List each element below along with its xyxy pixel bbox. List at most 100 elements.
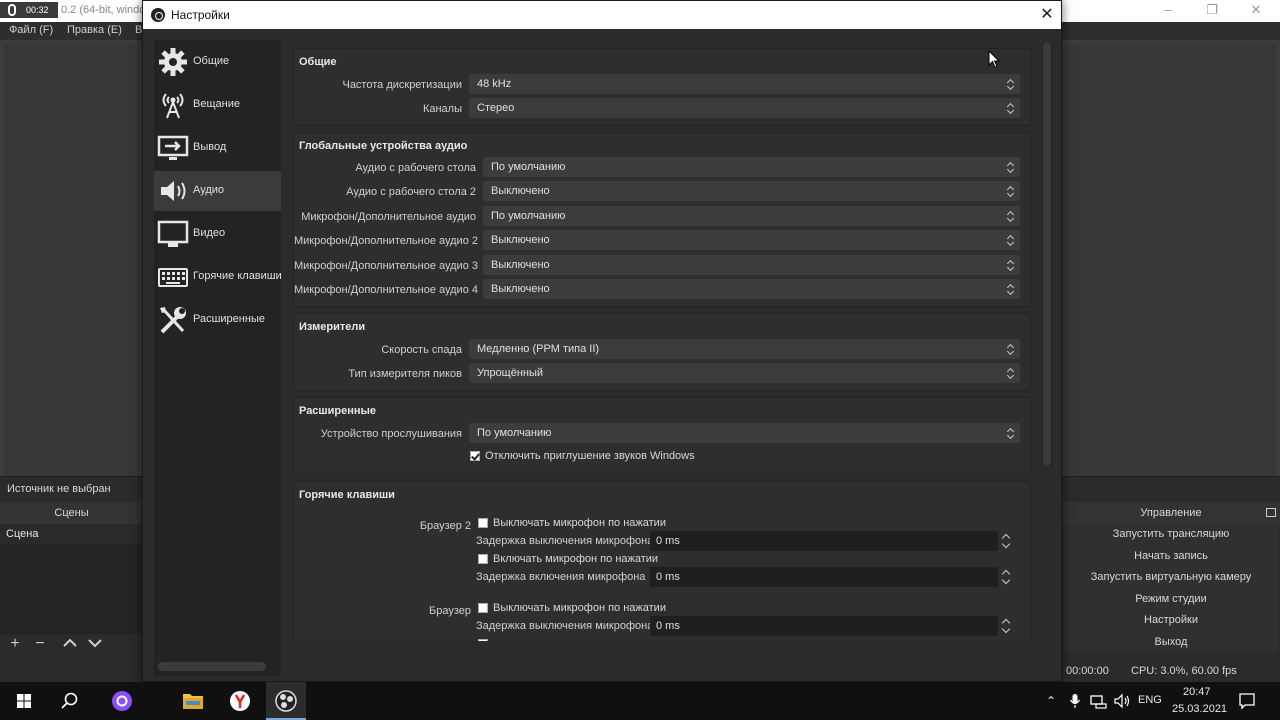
- group-advanced: Расширенные Устройство прослушивания По …: [293, 397, 1031, 474]
- mute-delay-label: Задержка выключения микрофона: [476, 535, 654, 547]
- exit-button[interactable]: Выход: [1064, 631, 1278, 654]
- disable-ducking-checkbox[interactable]: [470, 451, 480, 461]
- sidebar-item-advanced[interactable]: Расширенные: [154, 300, 281, 340]
- spin-arrows-icon[interactable]: [999, 616, 1013, 636]
- settings-button[interactable]: Настройки: [1064, 610, 1278, 632]
- start-button[interactable]: [4, 682, 44, 720]
- minimize-button[interactable]: –: [1146, 0, 1190, 22]
- close-window-button[interactable]: ✕: [1234, 0, 1278, 22]
- language-indicator[interactable]: ENG: [1138, 694, 1162, 706]
- menu-file[interactable]: Файл (F): [9, 24, 53, 36]
- browser-ptt-checkbox[interactable]: [478, 639, 488, 641]
- select-value: По умолчанию: [477, 427, 552, 439]
- microphone-icon[interactable]: [1069, 693, 1081, 709]
- browser-label: Браузер: [429, 605, 471, 617]
- sample-rate-select[interactable]: 48 kHz: [469, 74, 1020, 94]
- select-value: По умолчанию: [491, 161, 566, 173]
- select-value: Выключено: [491, 234, 550, 246]
- remove-scene-button[interactable]: −: [29, 632, 51, 656]
- output-icon: [157, 135, 189, 160]
- mic-aux-2-label: Микрофон/Дополнительное аудио 2: [294, 235, 478, 247]
- mute-delay-label: Задержка выключения микрофона: [476, 620, 654, 632]
- select-value: Стерео: [477, 102, 515, 114]
- obs-logo-icon: [151, 8, 165, 22]
- clock-date[interactable]: 25.03.2021: [1172, 703, 1227, 715]
- sidebar-item-hotkeys[interactable]: Горячие клавиши: [154, 257, 282, 297]
- undock-icon[interactable]: [1266, 508, 1276, 517]
- sidebar-item-video[interactable]: Видео: [154, 214, 281, 254]
- select-value: Выключено: [491, 185, 550, 197]
- file-explorer-button[interactable]: [173, 682, 213, 720]
- tray-expand-icon[interactable]: ⌃: [1046, 694, 1056, 708]
- move-up-button[interactable]: [59, 632, 81, 656]
- scene-list-item[interactable]: Сцена: [0, 524, 143, 544]
- notifications-icon[interactable]: [1238, 692, 1256, 710]
- obs-window-title: 0.2 (64-bit, windo: [61, 4, 146, 16]
- scenes-header: Сцены: [0, 502, 143, 524]
- spin-arrows-icon[interactable]: [999, 567, 1013, 587]
- channels-select[interactable]: Стерео: [469, 98, 1020, 118]
- keyboard-icon: [158, 268, 188, 287]
- recording-time: 00:32: [26, 5, 49, 15]
- sidebar-horizontal-scrollbar[interactable]: [158, 662, 266, 671]
- close-icon[interactable]: ✕: [1035, 5, 1059, 25]
- yandex-browser-button[interactable]: [220, 682, 260, 720]
- obs-taskbar-button[interactable]: [266, 682, 306, 720]
- search-button[interactable]: [50, 682, 90, 720]
- browser-mute-delay-input[interactable]: 0 ms: [650, 616, 998, 636]
- settings-dialog: Настройки ✕ Общие Вещание Вывод Аудио Ви…: [142, 0, 1062, 682]
- spinbox-value: 0 ms: [656, 620, 680, 632]
- start-recording-button[interactable]: Начать запись: [1064, 545, 1278, 568]
- spinbox-value: 0 ms: [656, 535, 680, 547]
- mic-aux-3-label: Микрофон/Дополнительное аудио 3: [294, 260, 478, 272]
- sidebar-item-general[interactable]: Общие: [154, 42, 281, 82]
- start-virtual-camera-button[interactable]: Запустить виртуальную камеру: [1064, 567, 1278, 589]
- browser-2-mute-delay-input[interactable]: 0 ms: [650, 531, 998, 551]
- move-down-button[interactable]: [84, 632, 106, 656]
- add-scene-button[interactable]: +: [4, 632, 26, 656]
- group-meters: Измерители Скорость спада Медленно (PPM …: [293, 313, 1031, 391]
- windows-logo-icon: [17, 694, 31, 708]
- maximize-button[interactable]: ❐: [1190, 0, 1234, 22]
- controls-dock: Управление Запустить трансляцию Начать з…: [1062, 502, 1280, 660]
- clock-time[interactable]: 20:47: [1183, 686, 1211, 698]
- sidebar-item-label: Видео: [193, 227, 226, 239]
- spinbox-value: 0 ms: [656, 571, 680, 583]
- tools-icon: [160, 307, 186, 334]
- desktop-audio-select[interactable]: По умолчанию: [483, 157, 1020, 177]
- mouse-cursor-icon: [988, 50, 1000, 69]
- monitoring-device-select[interactable]: По умолчанию: [469, 423, 1020, 443]
- sidebar-item-output[interactable]: Вывод: [154, 128, 281, 168]
- spin-arrows-icon: [1007, 77, 1014, 91]
- select-value: Выключено: [491, 259, 550, 271]
- mic-aux-2-select[interactable]: Выключено: [483, 230, 1020, 250]
- decay-rate-select[interactable]: Медленно (PPM типа II): [469, 339, 1020, 359]
- start-streaming-button[interactable]: Запустить трансляцию: [1064, 524, 1278, 546]
- spin-arrows-icon[interactable]: [999, 531, 1013, 551]
- studio-mode-button[interactable]: Режим студии: [1064, 588, 1278, 611]
- mic-aux-3-select[interactable]: Выключено: [483, 255, 1020, 275]
- mute-ptt-label: Выключать микрофон по нажатии: [493, 602, 666, 614]
- desktop-audio-2-select[interactable]: Выключено: [483, 181, 1020, 201]
- browser-2-ptt-delay-input[interactable]: 0 ms: [650, 567, 998, 587]
- mic-aux-4-select[interactable]: Выключено: [483, 279, 1020, 299]
- alice-assistant-button[interactable]: [102, 682, 142, 720]
- volume-icon[interactable]: [1113, 693, 1131, 709]
- no-source-label: Источник не выбран: [7, 483, 111, 495]
- browser-2-mute-ptt-checkbox[interactable]: [478, 518, 488, 528]
- sidebar-item-audio[interactable]: Аудио: [154, 171, 281, 211]
- menu-edit[interactable]: Правка (E): [67, 24, 122, 36]
- network-icon[interactable]: [1090, 693, 1108, 709]
- spin-arrows-icon: [1007, 209, 1014, 223]
- mic-aux-select[interactable]: По умолчанию: [483, 206, 1020, 226]
- content-scroll-thumb[interactable]: [1043, 42, 1051, 466]
- browser-2-ptt-checkbox[interactable]: [478, 554, 488, 564]
- sidebar-item-stream[interactable]: Вещание: [154, 85, 281, 125]
- scene-list[interactable]: [0, 544, 143, 634]
- disable-ducking-label: Отключить приглушение звуков Windows: [485, 450, 695, 462]
- sidebar-item-label: Общие: [193, 55, 230, 67]
- peak-meter-select[interactable]: Упрощённый: [469, 363, 1020, 383]
- browser-mute-ptt-checkbox[interactable]: [478, 603, 488, 613]
- spin-arrows-icon: [1007, 426, 1014, 440]
- spin-arrows-icon: [1007, 282, 1014, 296]
